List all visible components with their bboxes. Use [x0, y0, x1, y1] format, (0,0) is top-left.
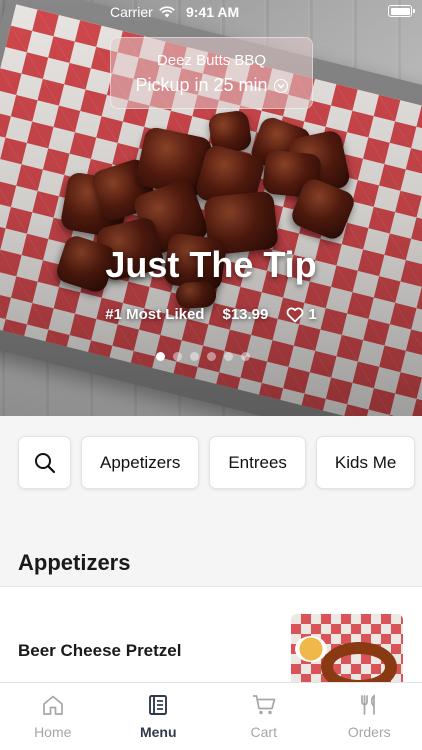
featured-item-title: Just The Tip — [105, 244, 317, 285]
carousel-dot[interactable] — [156, 352, 165, 361]
tab-menu[interactable]: Menu — [106, 683, 212, 750]
clock: 9:41 AM — [186, 4, 240, 20]
likes-count: 1 — [308, 306, 317, 323]
carousel-dot[interactable] — [207, 352, 216, 361]
carrier-label: Carrier — [110, 4, 153, 20]
carousel-dot[interactable] — [190, 352, 199, 361]
tab-cart[interactable]: Cart — [211, 683, 317, 750]
pickup-label: Pickup in 25 min — [135, 75, 268, 95]
featured-item-meta: #1 Most Liked $13.99 1 — [0, 306, 422, 323]
category-chip-appetizers[interactable]: Appetizers — [81, 436, 200, 489]
category-chip-kids[interactable]: Kids Me — [315, 436, 416, 489]
fork-knife-icon — [361, 694, 376, 715]
hero-banner[interactable]: Carrier 9:41 AM Deez Butts BBQ Pickup in… — [0, 0, 422, 416]
menu-book-icon — [149, 695, 168, 715]
carousel-dot[interactable] — [224, 352, 233, 361]
tab-orders-label: Orders — [347, 724, 391, 740]
search-button[interactable] — [18, 436, 71, 489]
tab-home-label: Home — [34, 724, 72, 740]
price-label: $13.99 — [222, 306, 269, 323]
carrier: Carrier — [110, 4, 175, 20]
cart-icon — [252, 695, 276, 715]
tab-menu-label: Menu — [139, 724, 177, 740]
heart-icon — [287, 307, 304, 322]
category-bar: Appetizers Entrees Kids Me — [18, 436, 416, 489]
rank-label: #1 Most Liked — [105, 306, 205, 323]
tab-bar: Home Menu Cart Orders — [0, 682, 422, 750]
tab-orders[interactable]: Orders — [317, 683, 422, 750]
tab-cart-label: Cart — [250, 724, 277, 740]
house-icon — [42, 695, 63, 715]
tab-home[interactable]: Home — [0, 683, 106, 750]
search-icon — [34, 452, 55, 473]
menu-item-name: Beer Cheese Pretzel — [18, 641, 182, 660]
restaurant-name: Deez Butts BBQ — [156, 52, 267, 69]
section-title: Appetizers — [18, 550, 131, 575]
pickup-time: Pickup in 25 min — [111, 75, 312, 96]
menu-item[interactable]: Beer Cheese Pretzel — [0, 587, 422, 694]
pickup-selector[interactable]: Deez Butts BBQ Pickup in 25 min — [110, 37, 313, 109]
carousel-indicator[interactable] — [156, 352, 250, 361]
status-bar: Carrier 9:41 AM — [0, 0, 422, 24]
category-chip-entrees[interactable]: Entrees — [209, 436, 306, 489]
chevron-down-icon — [273, 78, 288, 93]
likes[interactable]: 1 — [286, 306, 317, 323]
carousel-dot[interactable] — [241, 352, 250, 361]
carousel-dot[interactable] — [173, 352, 182, 361]
wifi-icon — [158, 6, 175, 18]
battery-icon — [388, 5, 415, 17]
